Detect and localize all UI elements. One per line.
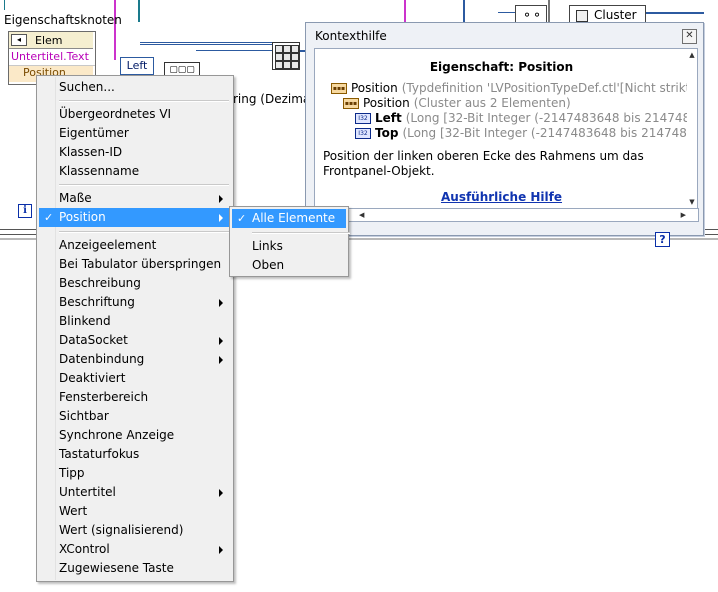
i32-icon: I32: [355, 112, 371, 124]
vertical-scrollbar[interactable]: ▲ ▼: [687, 48, 698, 209]
property-node-title: Eigenschaftsknoten: [4, 13, 122, 27]
menu-item-beschriftung[interactable]: Beschriftung: [39, 293, 231, 312]
tree-row-name: Position: [351, 81, 398, 95]
bundle-by-name-icon: [272, 42, 300, 70]
context-menu: Suchen... Übergeordnetes VI Eigentümer K…: [36, 75, 234, 582]
close-icon[interactable]: ✕: [682, 29, 697, 44]
menu-item-datenbindung[interactable]: Datenbindung: [39, 350, 231, 369]
wire: [140, 42, 272, 43]
submenu-item-alle-elemente[interactable]: ✓ Alle Elemente: [232, 209, 346, 228]
submenu-item-links[interactable]: Links: [232, 237, 346, 256]
menu-item-eigentuemer[interactable]: Eigentümer: [39, 124, 231, 143]
submenu-arrow-icon: [219, 546, 223, 554]
tree-row-name: Top: [375, 126, 399, 140]
checkmark-icon: ✓: [237, 212, 247, 225]
tree-row-detail: (Long [32-Bit Integer (-2147483648 bis 2…: [405, 111, 689, 125]
property-node-header: ◂ Elem: [9, 32, 93, 49]
submenu-arrow-icon: [219, 337, 223, 345]
wire: [498, 12, 516, 13]
property-row-caption-text[interactable]: Untertitel.Text: [9, 50, 95, 66]
wire: [114, 0, 117, 60]
wire: [404, 0, 406, 22]
tree-row: ▪▪▪ Position (Typdefinition 'LVPositionT…: [331, 81, 689, 95]
cluster-node-label: Cluster: [594, 8, 637, 22]
menu-item-beschreibung[interactable]: Beschreibung: [39, 274, 231, 293]
horizontal-scrollbar[interactable]: ◀ ▶: [314, 208, 699, 222]
submenu-arrow-icon: [219, 195, 223, 203]
context-help-title: Kontexthilfe: [315, 29, 387, 43]
wire: [548, 0, 550, 22]
info-icon[interactable]: i: [18, 204, 32, 218]
menu-item-masse[interactable]: Maße: [39, 189, 231, 208]
context-help-description: Position der linken oberen Ecke des Rahm…: [323, 149, 644, 178]
position-submenu: ✓ Alle Elemente Links Oben: [229, 206, 350, 277]
menu-separator: [252, 232, 350, 234]
menu-item-bei-tabulator-ueberspringen[interactable]: Bei Tabulator überspringen: [39, 255, 231, 274]
context-help-titlebar[interactable]: Kontexthilfe ✕: [306, 23, 703, 47]
menu-item-xcontrol[interactable]: XControl: [39, 540, 231, 559]
cluster-icon: ▪▪▪: [331, 82, 347, 94]
menu-item-tipp[interactable]: Tipp: [39, 464, 231, 483]
tree-row: I32 Top (Long [32-Bit Integer (-21474836…: [355, 126, 688, 140]
tree-row: I32 Left (Long [32-Bit Integer (-2147483…: [355, 111, 689, 125]
i32-icon: I32: [355, 127, 371, 139]
wire: [463, 0, 465, 22]
menu-item-wert-signalisierend[interactable]: Wert (signalisierend): [39, 521, 231, 540]
wire: [138, 0, 140, 22]
wire: [4, 0, 5, 10]
cluster-node-icon: [576, 9, 588, 22]
submenu-arrow-icon: [219, 299, 223, 307]
context-help-window: Kontexthilfe ✕ Eigenschaft: Position ▪▪▪…: [305, 22, 704, 247]
cluster-icon: ▪▪▪: [343, 97, 359, 109]
submenu-item-oben[interactable]: Oben: [232, 256, 346, 275]
help-icon[interactable]: ?: [655, 232, 670, 247]
tree-row-detail: (Long [32-Bit Integer (-2147483648 bis 2…: [402, 126, 688, 140]
menu-item-uebergeordnetes-vi[interactable]: Übergeordnetes VI: [39, 105, 231, 124]
submenu-arrow-icon: [219, 489, 223, 497]
menu-separator: [59, 184, 229, 186]
menu-item-datasocket[interactable]: DataSocket: [39, 331, 231, 350]
submenu-arrow-icon: [219, 356, 223, 364]
menu-item-sichtbar[interactable]: Sichtbar: [39, 407, 231, 426]
menu-separator: [59, 100, 229, 102]
submenu-arrow-icon: [219, 214, 223, 222]
menu-item-wert[interactable]: Wert: [39, 502, 231, 521]
menu-item-synchrone-anzeige[interactable]: Synchrone Anzeige: [39, 426, 231, 445]
tree-row-name: Position: [363, 96, 410, 110]
scroll-right-icon[interactable]: ▶: [681, 209, 686, 221]
menu-item-untertitel[interactable]: Untertitel: [39, 483, 231, 502]
wire: [644, 12, 704, 14]
detailed-help-link[interactable]: Ausführliche Hilfe: [315, 190, 688, 204]
menu-item-anzeigeelement[interactable]: Anzeigeelement: [39, 236, 231, 255]
wire: [196, 50, 272, 51]
scroll-down-icon[interactable]: ▼: [687, 198, 697, 206]
menu-item-position[interactable]: ✓ Position: [39, 208, 231, 227]
wire: [140, 44, 272, 45]
reference-terminal-icon: ◂: [11, 34, 27, 46]
scroll-left-icon[interactable]: ◀: [359, 209, 364, 221]
menu-item-fensterbereich[interactable]: Fensterbereich: [39, 388, 231, 407]
menu-item-suchen[interactable]: Suchen...: [39, 78, 231, 97]
checkmark-icon: ✓: [44, 211, 54, 224]
scroll-up-icon[interactable]: ▲: [687, 51, 697, 59]
menu-separator: [59, 231, 229, 233]
menu-item-deaktiviert[interactable]: Deaktiviert: [39, 369, 231, 388]
menu-item-blinkend[interactable]: Blinkend: [39, 312, 231, 331]
menu-item-zugewiesene-taste[interactable]: Zugewiesene Taste: [39, 559, 231, 578]
tree-row: ▪▪▪ Position (Cluster aus 2 Elementen): [343, 96, 571, 110]
tree-row-name: Left: [375, 111, 402, 125]
partial-label-text: ring (Dezimal: [233, 92, 314, 106]
tree-row-detail: (Cluster aus 2 Elementen): [413, 96, 571, 110]
menu-item-klassenname[interactable]: Klassenname: [39, 162, 231, 181]
context-help-heading: Eigenschaft: Position: [429, 60, 574, 74]
menu-item-tastaturfokus[interactable]: Tastaturfokus: [39, 445, 231, 464]
unbundle-left-node[interactable]: Left: [120, 57, 154, 75]
context-help-content: Eigenschaft: Position ▪▪▪ Position (Typd…: [314, 48, 689, 209]
tree-row-detail: (Typdefinition 'LVPositionTypeDef.ctl'[N…: [401, 81, 689, 95]
property-node-class: Elem: [35, 33, 63, 47]
menu-item-klassen-id[interactable]: Klassen-ID: [39, 143, 231, 162]
